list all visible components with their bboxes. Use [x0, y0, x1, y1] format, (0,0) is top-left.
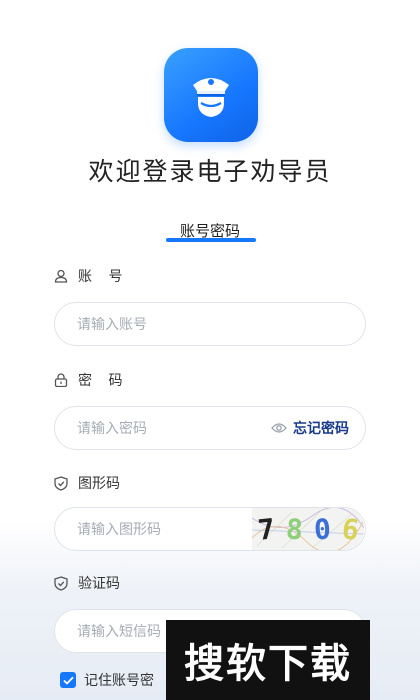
tab-active-indicator: [166, 238, 256, 242]
forgot-password-link[interactable]: 忘记密码: [271, 418, 365, 438]
captcha-digit-4: 6: [339, 511, 361, 547]
shield-icon: [54, 575, 68, 591]
graphic-code-label-text: 图形码: [78, 476, 120, 492]
captcha-digits: 7 8 0 6: [252, 508, 364, 550]
account-label-text: 账 号: [78, 269, 129, 285]
forgot-password-text[interactable]: 忘记密码: [293, 418, 349, 438]
captcha-digit-3: 0: [312, 512, 332, 546]
account-placeholder: 请输入账号: [77, 317, 147, 333]
status-bar: [0, 0, 420, 24]
password-input[interactable]: 请输入密码 忘记密码: [54, 406, 366, 450]
remember-checkbox[interactable]: [60, 672, 76, 688]
captcha-image[interactable]: 7 8 0 6: [252, 508, 364, 550]
eye-icon[interactable]: [271, 422, 287, 434]
page-title: 欢迎登录电子劝导员: [88, 157, 332, 186]
account-input[interactable]: 请输入账号: [54, 302, 366, 346]
remember-account-option[interactable]: 记住账号密: [60, 670, 154, 690]
graphic-code-label: 图形码: [54, 473, 120, 493]
check-icon: [62, 676, 74, 685]
password-placeholder: 请输入密码: [77, 421, 147, 437]
lock-icon: [54, 373, 68, 387]
wifi-icon: [360, 6, 374, 17]
app-logo: [164, 48, 258, 142]
captcha-digit-2: 8: [284, 511, 304, 547]
shield-icon: [54, 475, 68, 491]
police-officer-icon: [193, 78, 229, 117]
user-icon: [54, 269, 68, 283]
sms-code-label: 验证码: [54, 573, 120, 593]
remember-label: 记住账号密: [84, 673, 154, 689]
watermark-banner: 搜软下载: [166, 620, 370, 700]
captcha-digit-1: 7: [255, 511, 277, 547]
password-label-text: 密 码: [78, 373, 129, 389]
signal-icon: [382, 6, 394, 18]
sms-code-label-text: 验证码: [78, 576, 120, 592]
battery-icon: [402, 5, 410, 18]
password-label: 密 码: [54, 370, 128, 390]
account-label: 账 号: [54, 266, 128, 286]
